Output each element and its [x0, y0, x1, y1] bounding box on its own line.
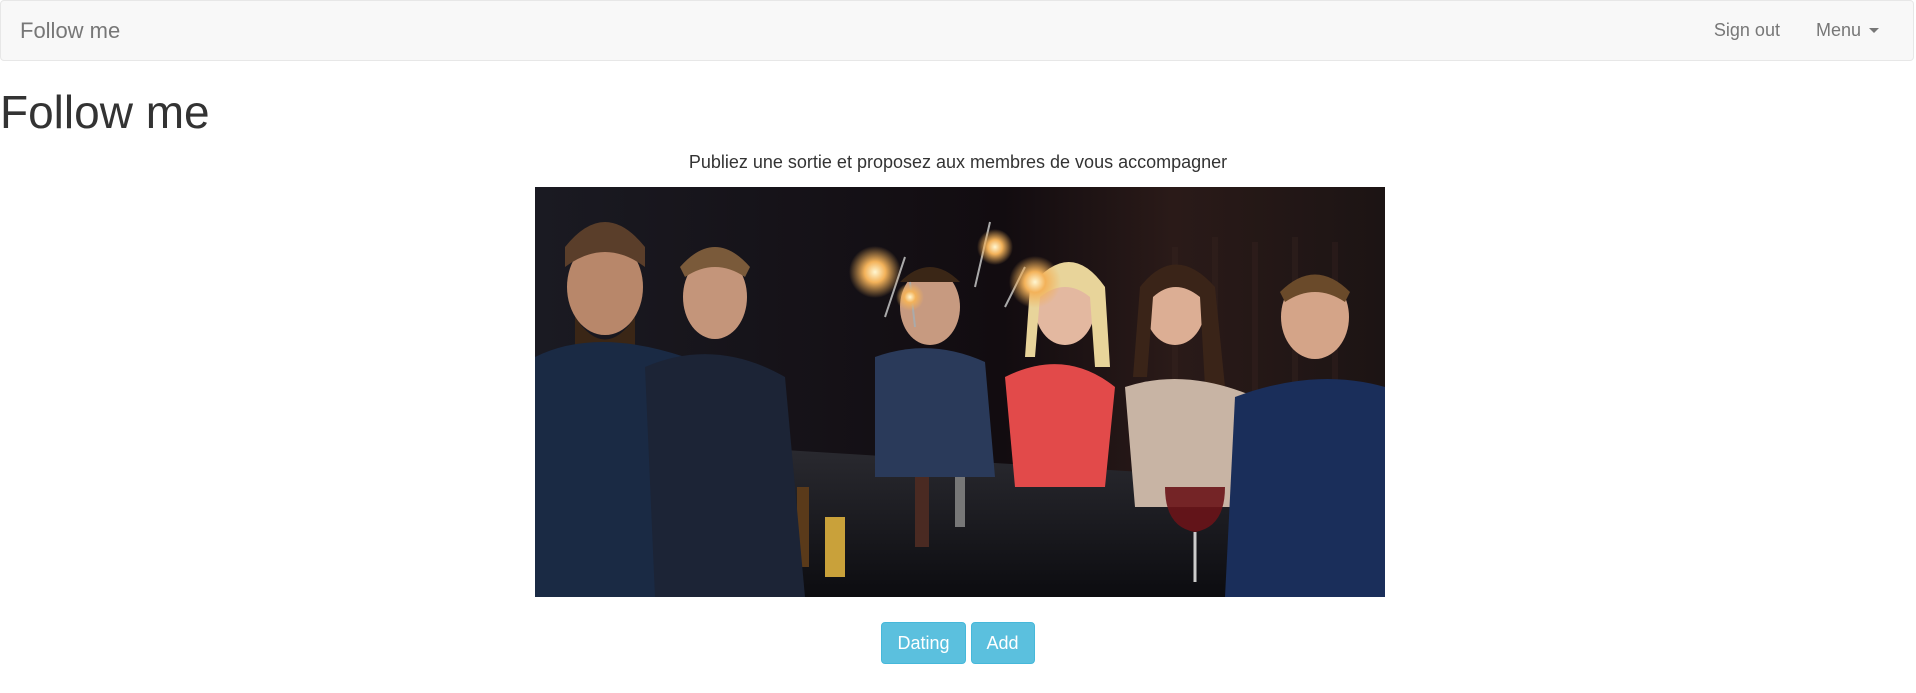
sign-out-link[interactable]: Sign out — [1696, 1, 1798, 60]
hero-photo — [535, 187, 1385, 597]
caret-down-icon — [1869, 28, 1879, 33]
action-buttons: Dating Add — [0, 622, 1916, 664]
menu-label: Menu — [1815, 20, 1861, 40]
page-title: Follow me — [0, 86, 210, 138]
party-photo-illustration — [535, 187, 1385, 597]
top-navbar: Follow me Sign out Menu — [0, 0, 1914, 61]
page-subtitle: Publiez une sortie et proposez aux membr… — [688, 152, 1228, 172]
brand-link[interactable]: Follow me — [20, 18, 120, 44]
menu-dropdown-toggle[interactable]: Menu — [1798, 1, 1913, 60]
navbar-right: Sign out Menu — [1696, 1, 1913, 60]
dating-button[interactable]: Dating — [881, 622, 966, 664]
add-button[interactable]: Add — [970, 622, 1035, 664]
